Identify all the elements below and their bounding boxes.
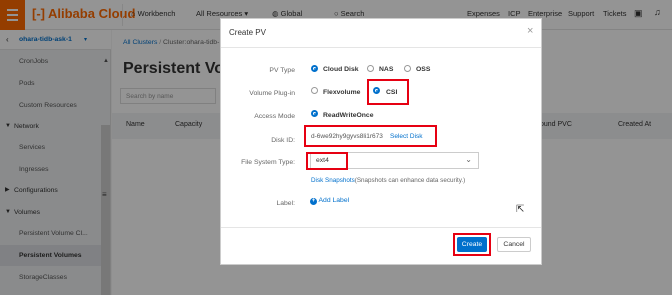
disk-id-value: d-6we92hy9gyvs8li1r673 xyxy=(311,133,383,140)
radio-cloud-disk[interactable] xyxy=(311,65,318,72)
cloud-disk-label: Cloud Disk xyxy=(323,66,359,73)
cancel-button[interactable]: Cancel xyxy=(497,237,531,252)
oss-label: OSS xyxy=(416,66,431,73)
label-field-label: Label: xyxy=(276,200,295,207)
radio-nas[interactable] xyxy=(367,65,374,72)
add-label-text: Add Label xyxy=(318,197,350,204)
dialog-title: Create PV xyxy=(229,28,266,37)
create-pv-dialog: Create PV × PV Type Cloud Disk NAS OSS V… xyxy=(220,18,542,265)
nas-label: NAS xyxy=(379,66,394,73)
disk-snapshot-note: (Snapshots can enhance data security.) xyxy=(354,177,466,184)
divider xyxy=(221,227,541,228)
chevron-down-icon: ⌄ xyxy=(465,155,472,164)
file-system-type-label: File System Type: xyxy=(241,159,295,166)
radio-csi[interactable] xyxy=(373,87,380,94)
close-icon[interactable]: × xyxy=(527,25,533,37)
select-disk-link[interactable]: Select Disk xyxy=(390,133,423,140)
mouse-cursor-icon: ⇱ xyxy=(516,204,525,215)
radio-oss[interactable] xyxy=(404,65,411,72)
read-write-once-label: ReadWriteOnce xyxy=(323,112,374,119)
add-label-button[interactable]: + Add Label xyxy=(310,197,349,205)
file-system-type-value: ext4 xyxy=(316,157,329,164)
disk-snapshots-link[interactable]: Disk Snapshots xyxy=(311,177,355,184)
csi-label: CSI xyxy=(386,89,398,96)
divider xyxy=(221,47,541,48)
create-button[interactable]: Create xyxy=(457,237,487,252)
access-mode-label: Access Mode xyxy=(254,113,295,120)
disk-snapshot-hint: Disk Snapshots(Snapshots can enhance dat… xyxy=(311,177,465,184)
pv-type-label: PV Type xyxy=(269,67,295,74)
plus-circle-icon: + xyxy=(310,198,317,205)
radio-flexvolume[interactable] xyxy=(311,87,318,94)
disk-id-label: Disk ID: xyxy=(271,137,295,144)
volume-plugin-label: Volume Plug-in xyxy=(249,90,295,97)
radio-read-write-once[interactable] xyxy=(311,110,318,117)
flexvolume-label: Flexvolume xyxy=(323,89,361,96)
